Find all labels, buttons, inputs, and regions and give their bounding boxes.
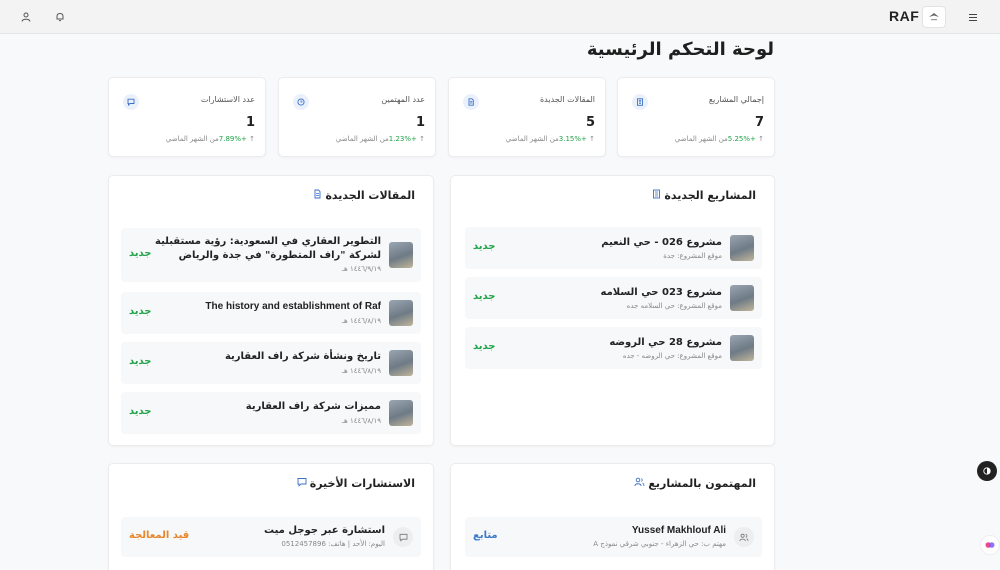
users-icon xyxy=(634,477,645,490)
stat-value: 7 xyxy=(754,115,764,130)
status-badge: جديد xyxy=(473,241,496,252)
stat-change: ↑ +3.15%من الشهر الماضي xyxy=(505,135,595,143)
theme-toggle-button[interactable] xyxy=(977,461,997,481)
article-date: ١٤٤٦/٨/١٩ هـ xyxy=(341,367,381,375)
stat-value: 1 xyxy=(245,115,255,130)
project-title: مشروع 026 - حي النعيم xyxy=(601,237,722,248)
hamburger-icon[interactable] xyxy=(965,9,981,25)
stat-label: إجمالي المشاريع xyxy=(708,95,764,104)
article-row[interactable]: تاريخ ونشأة شركة راف العقارية ١٤٤٦/٨/١٩ … xyxy=(121,342,421,384)
consultations-panel: الاستشارات الأخيرة استشارة عبر جوجل ميت … xyxy=(108,463,434,570)
status-badge: جديد xyxy=(473,341,496,352)
status-badge: متابع xyxy=(473,530,498,541)
consultation-detail: اليوم: الأحد | هاتف: 0512457896 xyxy=(281,540,385,548)
status-badge: جديد xyxy=(129,356,152,367)
interested-panel: المهتمون بالمشاريع Yussef Makhlouf Ali م… xyxy=(450,463,775,570)
clock-icon xyxy=(293,94,309,110)
building-icon xyxy=(632,94,648,110)
consultation-row[interactable]: استشارة عبر جوجل ميت اليوم: الأحد | هاتف… xyxy=(121,517,421,557)
new-articles-panel: المقالات الجديدة التطوير العقاري في السع… xyxy=(108,175,434,446)
panel-title: المقالات الجديدة xyxy=(313,189,415,202)
article-thumbnail xyxy=(389,300,413,326)
page-title: لوحة التحكم الرئيسية xyxy=(586,39,774,60)
document-icon xyxy=(463,94,479,110)
article-row[interactable]: The history and establishment of Raf ١٤٤… xyxy=(121,292,421,334)
article-title: The history and establishment of Raf xyxy=(205,301,381,312)
status-badge: جديد xyxy=(129,248,152,259)
article-row[interactable]: مميزات شركة راف العقارية ١٤٤٦/٨/١٩ هـ جد… xyxy=(121,392,421,434)
article-date: ١٤٤٦/٨/١٩ هـ xyxy=(341,317,381,325)
chat-icon xyxy=(123,94,139,110)
panel-title: المشاريع الجديدة xyxy=(652,189,756,202)
project-location: موقع المشروع: حي الروضه - جده xyxy=(622,352,722,360)
interested-row[interactable]: Yussef Makhlouf Ali مهتم ب: حي الزهراء -… xyxy=(465,517,762,557)
article-title: مميزات شركة راف العقارية xyxy=(245,401,381,412)
article-row[interactable]: التطوير العقاري في السعودية: رؤية مستقبل… xyxy=(121,228,421,282)
project-title: مشروع 28 حي الروضه xyxy=(609,337,722,348)
project-row[interactable]: مشروع 023 حي السلامه موقع المشروع: حي ال… xyxy=(465,277,762,319)
stat-label: المقالات الجديدة xyxy=(539,95,595,104)
project-location: موقع المشروع: حي السلامه جده xyxy=(626,302,722,310)
article-title: تاريخ ونشأة شركة راف العقارية xyxy=(224,351,381,362)
project-row[interactable]: مشروع 026 - حي النعيم موقع المشروع: جدة … xyxy=(465,227,762,269)
interested-detail: مهتم ب: حي الزهراء - جنوبي شرقي نموذج A xyxy=(593,540,726,548)
top-bar: RAF xyxy=(0,0,1000,34)
brand-name: RAF xyxy=(889,8,920,24)
stat-value: 1 xyxy=(415,115,425,130)
assistant-icon[interactable] xyxy=(980,535,1000,555)
project-thumbnail xyxy=(730,285,754,311)
stat-card-interested: عدد المهتمين 1 ↑ +1.23%من الشهر الماضي xyxy=(278,77,436,157)
article-date: ١٤٤٦/٩/١٩ هـ xyxy=(341,265,381,273)
chat-icon xyxy=(393,527,413,547)
consultation-title: استشارة عبر جوجل ميت xyxy=(264,525,385,536)
project-row[interactable]: مشروع 28 حي الروضه موقع المشروع: حي الرو… xyxy=(465,327,762,369)
project-title: مشروع 023 حي السلامه xyxy=(600,287,723,298)
article-thumbnail xyxy=(389,350,413,376)
stat-card-new-articles: المقالات الجديدة 5 ↑ +3.15%من الشهر الما… xyxy=(448,77,606,157)
status-badge: جديد xyxy=(129,406,152,417)
panel-title: الاستشارات الأخيرة xyxy=(297,477,415,490)
project-location: موقع المشروع: جدة xyxy=(663,252,722,260)
users-icon xyxy=(734,527,754,547)
stat-card-consultations: عدد الاستشارات 1 ↑ +7.89%من الشهر الماضي xyxy=(108,77,266,157)
stat-label: عدد الاستشارات xyxy=(200,95,255,104)
stat-card-total-projects: إجمالي المشاريع 7 ↑ +5.25%من الشهر الماض… xyxy=(617,77,775,157)
brand-logo[interactable] xyxy=(922,6,946,28)
bell-icon[interactable] xyxy=(52,9,68,25)
building-icon xyxy=(652,189,661,202)
article-title: التطوير العقاري في السعودية: رؤية مستقبل… xyxy=(155,236,381,261)
article-date: ١٤٤٦/٨/١٩ هـ xyxy=(341,417,381,425)
panel-title: المهتمون بالمشاريع xyxy=(634,477,756,490)
article-thumbnail xyxy=(389,400,413,426)
user-icon[interactable] xyxy=(18,9,34,25)
project-thumbnail xyxy=(730,335,754,361)
new-projects-panel: المشاريع الجديدة مشروع 026 - حي النعيم م… xyxy=(450,175,775,446)
status-badge: جديد xyxy=(473,291,496,302)
stat-label: عدد المهتمين xyxy=(381,95,425,104)
stat-value: 5 xyxy=(585,115,595,130)
document-icon xyxy=(313,189,322,202)
article-thumbnail xyxy=(389,242,413,268)
interested-name: Yussef Makhlouf Ali xyxy=(631,525,726,536)
status-badge: قيد المعالجة xyxy=(129,530,190,541)
stat-change: ↑ +5.25%من الشهر الماضي xyxy=(674,135,764,143)
stat-change: ↑ +7.89%من الشهر الماضي xyxy=(165,135,255,143)
project-thumbnail xyxy=(730,235,754,261)
chat-icon xyxy=(297,477,307,490)
stat-change: ↑ +1.23%من الشهر الماضي xyxy=(335,135,425,143)
status-badge: جديد xyxy=(129,306,152,317)
